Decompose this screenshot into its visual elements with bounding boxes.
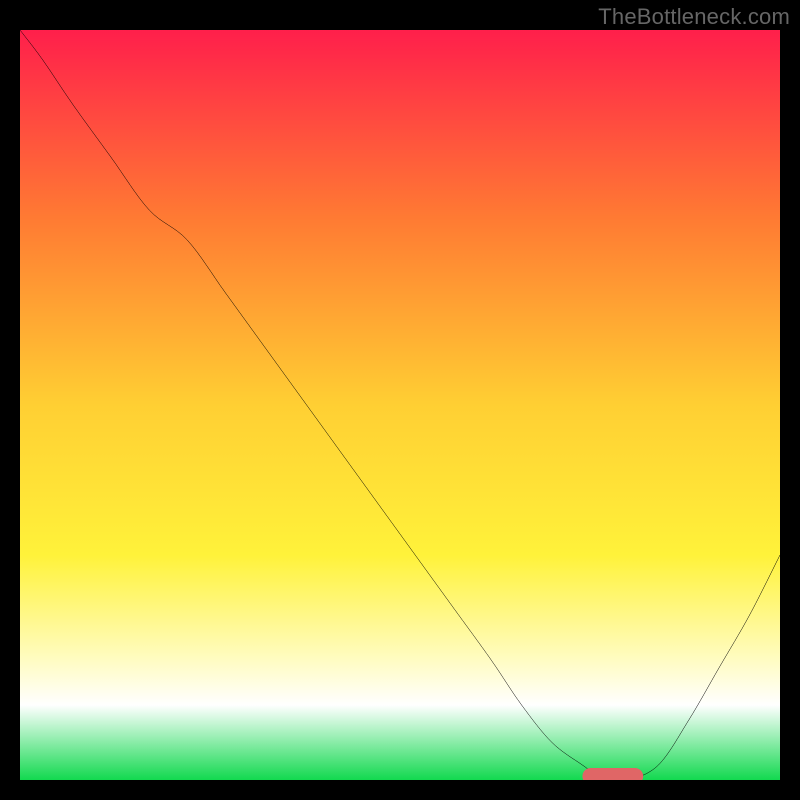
gradient-background [20,30,780,780]
chart-svg [20,30,780,780]
target-bar [582,768,643,780]
chart [20,30,780,780]
watermark: TheBottleneck.com [598,4,790,30]
